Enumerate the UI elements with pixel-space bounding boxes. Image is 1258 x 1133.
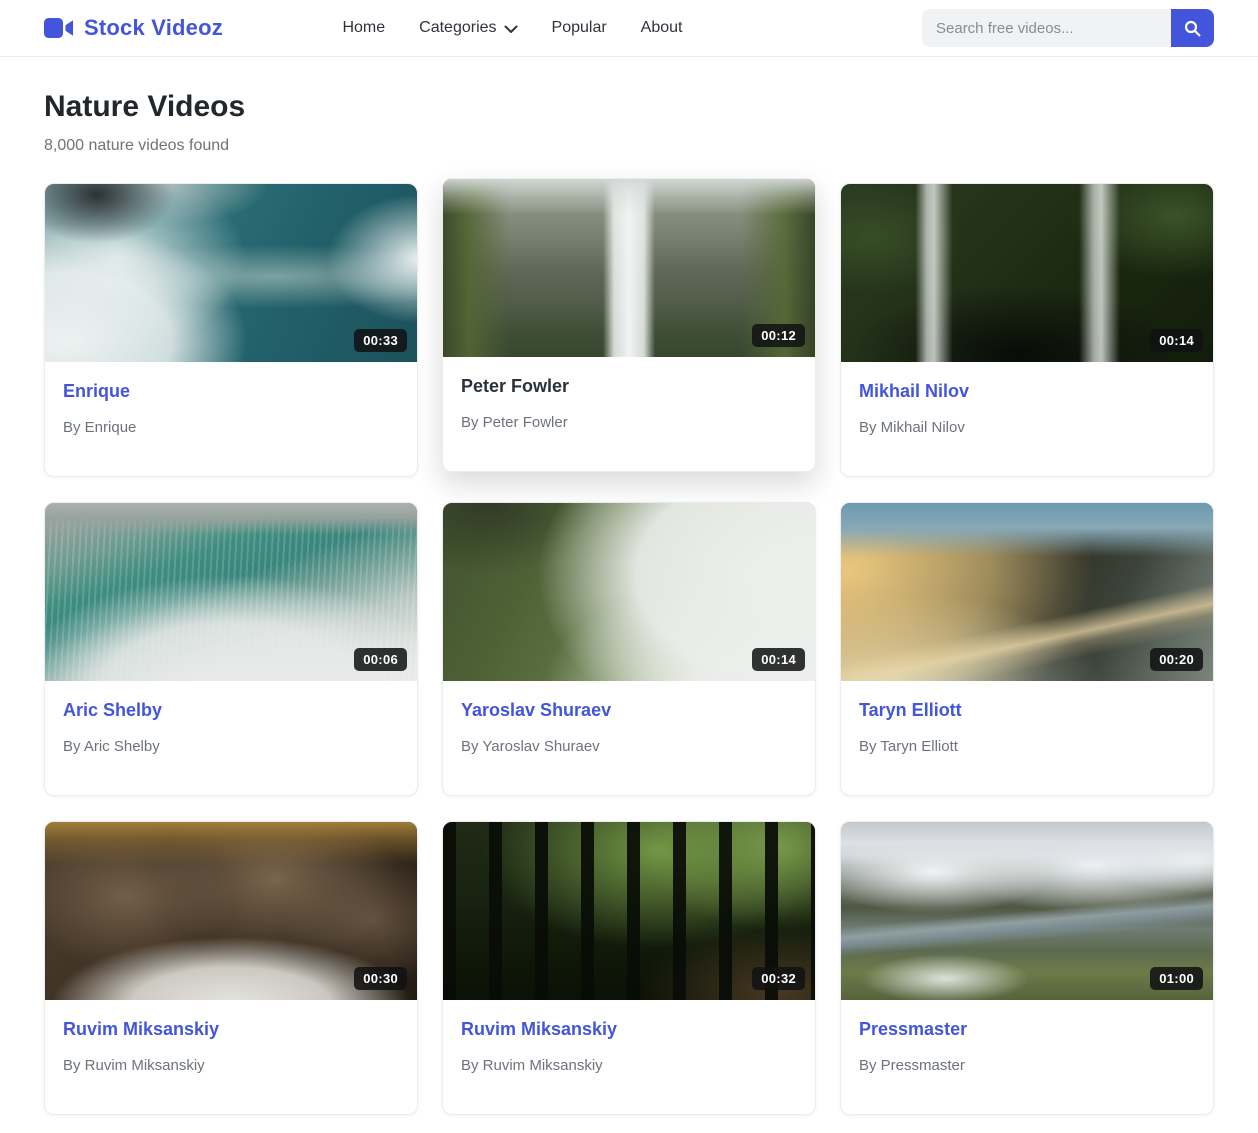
nav-item-label: Categories [419, 19, 497, 36]
video-thumbnail[interactable]: 00:06 [45, 503, 417, 681]
video-card-body: Pressmaster By Pressmaster [841, 1000, 1213, 1114]
main-content: Nature Videos 8,000 nature videos found … [44, 90, 1214, 1115]
video-thumbnail[interactable]: 00:33 [45, 184, 417, 362]
site-header: Stock Videoz Home Categories Popular About [0, 0, 1258, 57]
video-byline: By Ruvim Miksanskiy [461, 1057, 603, 1074]
results-count: 8,000 nature videos found [44, 137, 230, 154]
video-card-body: Peter Fowler By Peter Fowler [443, 357, 815, 471]
video-card[interactable]: 00:32 Ruvim Miksanskiy By Ruvim Miksansk… [442, 821, 816, 1115]
video-byline: By Peter Fowler [461, 414, 568, 431]
video-byline: By Pressmaster [859, 1057, 965, 1074]
video-byline: By Yaroslav Shuraev [461, 738, 600, 755]
nav-item-popular[interactable]: Popular [552, 19, 607, 37]
video-camera-icon [44, 17, 74, 39]
video-card[interactable]: 01:00 Pressmaster By Pressmaster [840, 821, 1214, 1115]
duration-badge: 00:30 [354, 967, 407, 990]
nav-item-about[interactable]: About [641, 19, 683, 37]
nav-item-home[interactable]: Home [342, 19, 385, 37]
video-byline: By Mikhail Nilov [859, 419, 965, 436]
video-thumbnail[interactable]: 00:20 [841, 503, 1213, 681]
video-card-body: Mikhail Nilov By Mikhail Nilov [841, 362, 1213, 476]
video-author-link[interactable]: Ruvim Miksanskiy [461, 1019, 617, 1040]
video-thumbnail[interactable]: 00:30 [45, 822, 417, 1000]
main-nav: Home Categories Popular About [342, 19, 682, 37]
video-card[interactable]: 00:14 Mikhail Nilov By Mikhail Nilov [840, 183, 1214, 477]
duration-badge: 00:14 [1150, 329, 1203, 352]
video-thumbnail[interactable]: 00:12 [443, 179, 815, 357]
duration-badge: 00:32 [752, 967, 805, 990]
page-title: Nature Videos [44, 90, 246, 123]
video-author-link[interactable]: Taryn Elliott [859, 700, 962, 721]
video-thumbnail[interactable]: 01:00 [841, 822, 1213, 1000]
video-card[interactable]: 00:30 Ruvim Miksanskiy By Ruvim Miksansk… [44, 821, 418, 1115]
duration-badge: 00:14 [752, 648, 805, 671]
video-author-link[interactable]: Peter Fowler [461, 376, 569, 397]
video-card[interactable]: 00:06 Aric Shelby By Aric Shelby [44, 502, 418, 796]
nav-item-label: About [640, 19, 683, 36]
video-author-link[interactable]: Yaroslav Shuraev [461, 700, 611, 721]
video-card[interactable]: 00:20 Taryn Elliott By Taryn Elliott [840, 502, 1214, 796]
search-icon [1184, 20, 1201, 37]
video-card-body: Aric Shelby By Aric Shelby [45, 681, 417, 795]
video-byline: By Enrique [63, 419, 137, 436]
video-card[interactable]: 00:12 Peter Fowler By Peter Fowler [442, 178, 816, 472]
search-button[interactable] [1171, 9, 1214, 47]
nav-item-label: Home [342, 19, 386, 36]
duration-badge: 00:20 [1150, 648, 1203, 671]
video-byline: By Taryn Elliott [859, 738, 958, 755]
video-thumbnail[interactable]: 00:14 [443, 503, 815, 681]
duration-badge: 00:12 [752, 324, 805, 347]
nav-item-label: Popular [551, 19, 607, 36]
video-author-link[interactable]: Ruvim Miksanskiy [63, 1019, 219, 1040]
duration-badge: 01:00 [1150, 967, 1203, 990]
video-card[interactable]: 00:33 Enrique By Enrique [44, 183, 418, 477]
video-card-body: Enrique By Enrique [45, 362, 417, 476]
search-bar [922, 9, 1214, 47]
video-card-body: Yaroslav Shuraev By Yaroslav Shuraev [443, 681, 815, 795]
video-card[interactable]: 00:14 Yaroslav Shuraev By Yaroslav Shura… [442, 502, 816, 796]
video-card-body: Taryn Elliott By Taryn Elliott [841, 681, 1213, 795]
brand-name: Stock Videoz [84, 15, 223, 40]
chevron-down-icon [504, 25, 518, 34]
nav-item-categories[interactable]: Categories [419, 19, 518, 37]
brand-logo[interactable]: Stock Videoz [44, 15, 223, 41]
video-byline: By Ruvim Miksanskiy [63, 1057, 205, 1074]
search-input[interactable] [922, 9, 1171, 47]
video-author-link[interactable]: Aric Shelby [63, 700, 162, 721]
video-thumbnail[interactable]: 00:32 [443, 822, 815, 1000]
video-author-link[interactable]: Pressmaster [859, 1019, 967, 1040]
duration-badge: 00:33 [354, 329, 407, 352]
video-grid: 00:33 Enrique By Enrique 00:12 Peter Fow… [44, 178, 1214, 1115]
video-author-link[interactable]: Enrique [63, 381, 130, 402]
video-thumbnail[interactable]: 00:14 [841, 184, 1213, 362]
video-card-body: Ruvim Miksanskiy By Ruvim Miksanskiy [45, 1000, 417, 1114]
video-card-body: Ruvim Miksanskiy By Ruvim Miksanskiy [443, 1000, 815, 1114]
video-byline: By Aric Shelby [63, 738, 160, 755]
duration-badge: 00:06 [354, 648, 407, 671]
video-author-link[interactable]: Mikhail Nilov [859, 381, 969, 402]
